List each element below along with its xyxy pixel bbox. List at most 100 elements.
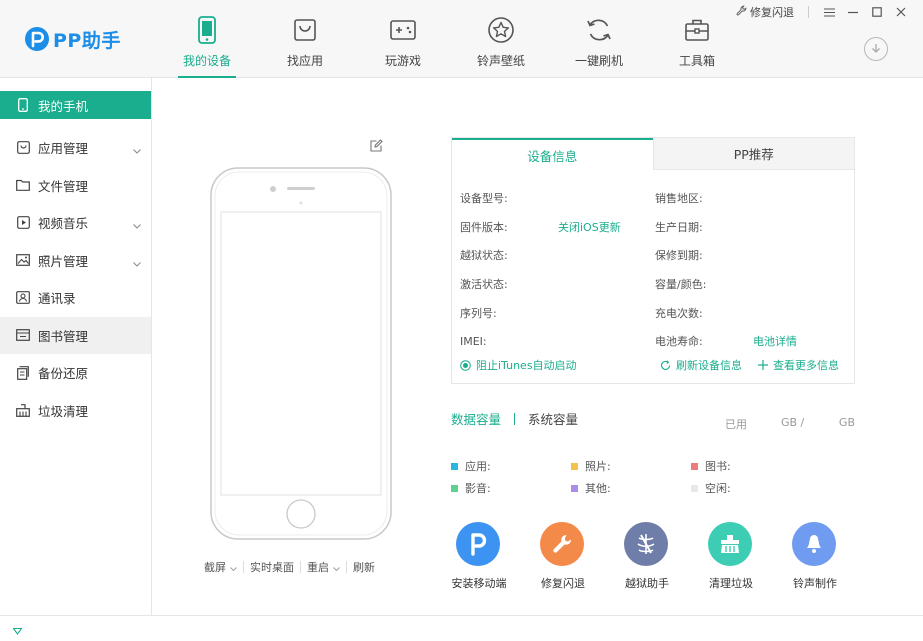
plus-icon: [758, 360, 768, 370]
info-row: 越狱状态: 保修到期:: [460, 241, 850, 270]
sidebar-item-label: 通讯录: [38, 291, 76, 307]
refresh-device-info-button[interactable]: 刷新设备信息: [660, 357, 758, 373]
used-label: 已用: [725, 418, 747, 431]
legend-label: 其他:: [585, 482, 611, 495]
tab-data-capacity[interactable]: 数据容量: [451, 409, 501, 428]
battery-details-link[interactable]: 电池详情: [753, 333, 797, 349]
live-desktop-label: 实时桌面: [250, 561, 294, 574]
minimize-button[interactable]: [841, 3, 865, 21]
refresh-label: 刷新: [353, 561, 375, 574]
activation-status-label: 激活状态:: [460, 278, 508, 292]
triangle-down-icon: [12, 627, 23, 635]
sidebar-item-photo-management[interactable]: 照片管理: [0, 242, 151, 280]
chevron-down-icon[interactable]: [133, 217, 141, 232]
view-more-info-label: 查看更多信息: [773, 359, 839, 372]
folder-icon: [16, 178, 30, 192]
phone-icon: [16, 98, 30, 112]
info-row: 设备型号: 销售地区:: [460, 184, 850, 213]
sidebar-item-app-management[interactable]: 应用管理: [0, 129, 151, 167]
legend-photos: 照片:: [571, 458, 691, 474]
block-itunes-label: 阻止iTunes自动启动: [476, 359, 577, 372]
legend-label: 影音:: [465, 482, 491, 495]
tool-label: 铃声制作: [793, 577, 837, 590]
sidebar-item-file-management[interactable]: 文件管理: [0, 167, 151, 205]
repair-crash-button[interactable]: 修复闪退: [535, 522, 619, 591]
tool-label: 清理垃圾: [709, 577, 753, 590]
legend-swatch: [691, 462, 698, 470]
nav-games[interactable]: 玩游戏: [354, 0, 452, 78]
phone-illustration: [210, 167, 392, 540]
edit-device-name-button[interactable]: [370, 139, 384, 153]
sidebar-item-backup-restore[interactable]: 备份还原: [0, 354, 151, 392]
nav-toolbox[interactable]: 工具箱: [648, 0, 746, 78]
nav-ringtones[interactable]: 铃声壁纸: [452, 0, 550, 78]
legend-books: 图书:: [691, 458, 811, 474]
capacity-legend: 应用: 照片: 图书: 影音: 其他: 空闲:: [451, 455, 811, 499]
phone-icon: [192, 15, 222, 45]
book-icon: [16, 328, 30, 342]
screenshot-button[interactable]: 截屏: [198, 559, 243, 575]
install-mobile-button[interactable]: 安装移动端: [451, 522, 535, 591]
device-info-grid: 设备型号: 销售地区: 固件版本: 关闭iOS更新 生产日期: 越狱状态: 保修到…: [460, 184, 850, 356]
menu-button[interactable]: [817, 3, 841, 21]
shopping-bag-icon: [290, 15, 320, 45]
bottom-bar: [0, 615, 923, 641]
used-unit: GB /: [780, 416, 805, 429]
sidebar-item-label: 备份还原: [38, 366, 89, 382]
imei-label: IMEI:: [460, 334, 487, 348]
nav-flash[interactable]: 一键刷机: [550, 0, 648, 78]
info-row: 序列号: 充电次数:: [460, 298, 850, 327]
tab-pp-recommend[interactable]: PP推荐: [652, 138, 854, 170]
ringtone-maker-button[interactable]: 铃声制作: [787, 522, 871, 591]
download-manager-button[interactable]: [864, 37, 888, 61]
legend-apps: 应用:: [451, 458, 571, 474]
pp-logo-icon: [24, 26, 50, 52]
sidebar-item-label: 我的手机: [38, 98, 89, 114]
sidebar-item-book-management[interactable]: 图书管理: [0, 316, 151, 354]
sidebar-item-my-phone[interactable]: 我的手机: [0, 91, 151, 119]
nav-my-device[interactable]: 我的设备: [158, 0, 256, 78]
menu-icon: [823, 7, 835, 17]
disable-ios-update-link[interactable]: 关闭iOS更新: [558, 219, 621, 235]
sidebar-item-junk-cleanup[interactable]: 垃圾清理: [0, 392, 151, 430]
expand-panel-button[interactable]: [12, 624, 23, 638]
nav-find-apps[interactable]: 找应用: [256, 0, 354, 78]
tab-system-capacity[interactable]: 系统容量: [528, 409, 578, 428]
contacts-icon: [16, 291, 30, 305]
legend-label: 空闲:: [705, 482, 731, 495]
nav-label: 玩游戏: [384, 54, 421, 68]
maximize-button[interactable]: [865, 3, 889, 21]
legend-label: 应用:: [465, 460, 491, 473]
repair-crash-link[interactable]: 修复闪退: [736, 4, 794, 20]
sidebar-item-contacts[interactable]: 通讯录: [0, 279, 151, 317]
refresh-button[interactable]: 刷新: [347, 559, 381, 575]
tool-label: 越狱助手: [625, 577, 669, 590]
sidebar-item-video-music[interactable]: 视频音乐: [0, 204, 151, 242]
sidebar: 我的手机 应用管理 文件管理 视频音乐 照片管理 通讯录 图书管理 备份还原 垃…: [0, 78, 152, 615]
production-date-label: 生产日期:: [655, 220, 703, 234]
chevron-down-icon: [230, 561, 237, 574]
edit-icon: [370, 139, 383, 152]
tab-device-info[interactable]: 设备信息: [452, 138, 653, 170]
download-icon: [872, 44, 880, 53]
view-more-info-button[interactable]: 查看更多信息: [758, 357, 839, 373]
tool-label: 修复闪退: [541, 577, 585, 590]
nav-label: 铃声壁纸: [476, 54, 525, 68]
image-icon: [16, 253, 30, 267]
live-desktop-button[interactable]: 实时桌面: [244, 559, 300, 575]
close-icon: [896, 7, 906, 17]
block-itunes-toggle[interactable]: 阻止iTunes自动启动: [460, 357, 660, 373]
chevron-down-icon[interactable]: [133, 255, 141, 270]
restart-button[interactable]: 重启: [301, 559, 346, 575]
sidebar-item-label: 应用管理: [38, 141, 89, 157]
close-button[interactable]: [889, 3, 913, 21]
chevron-down-icon[interactable]: [133, 142, 141, 157]
capacity-usage: 已用 GB / GB: [725, 416, 855, 432]
sidebar-item-label: 图书管理: [38, 328, 89, 344]
broom-icon: [16, 403, 30, 417]
jailbreak-assistant-button[interactable]: 越狱助手: [619, 522, 703, 591]
refresh-icon: [584, 15, 614, 45]
refresh-device-info-label: 刷新设备信息: [676, 359, 742, 372]
clean-junk-button[interactable]: 清理垃圾: [703, 522, 787, 591]
broom-icon: [708, 522, 752, 566]
